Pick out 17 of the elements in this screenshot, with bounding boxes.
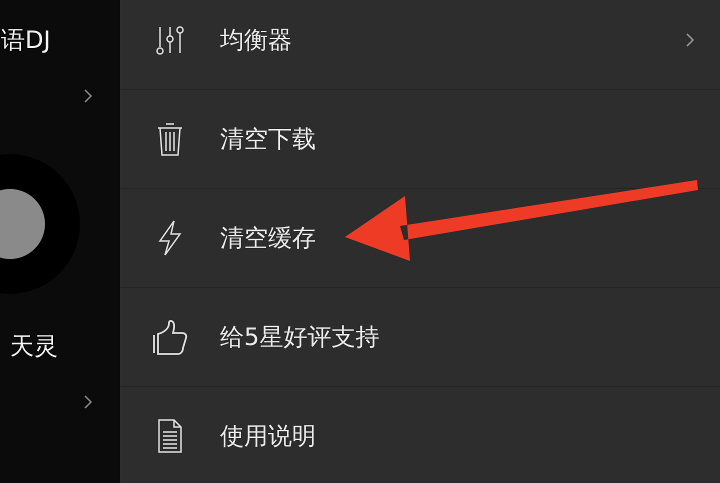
menu-item[interactable]: 给5星好评支持: [120, 288, 720, 387]
menu-item[interactable]: 均衡器: [120, 0, 720, 90]
chevron-right-icon[interactable]: [83, 394, 93, 410]
menu-item[interactable]: 使用说明: [120, 387, 720, 483]
menu-item-label: 使用说明: [220, 421, 317, 451]
playlist-title: 语DJ: [1, 26, 52, 54]
equalizer-icon: [156, 25, 184, 55]
lightning-icon: [157, 220, 183, 256]
menu-item-label: 清空下载: [220, 124, 317, 154]
menu-item-label: 均衡器: [220, 25, 293, 55]
playlist-title: 天灵: [10, 332, 59, 360]
chevron-right-icon[interactable]: [83, 88, 93, 104]
menu-item-label: 清空缓存: [220, 223, 317, 253]
menu-item-label: 给5星好评支持: [220, 322, 380, 352]
thumbs-up-icon: [152, 317, 188, 357]
trash-icon: [156, 121, 184, 157]
document-icon: [157, 418, 183, 454]
